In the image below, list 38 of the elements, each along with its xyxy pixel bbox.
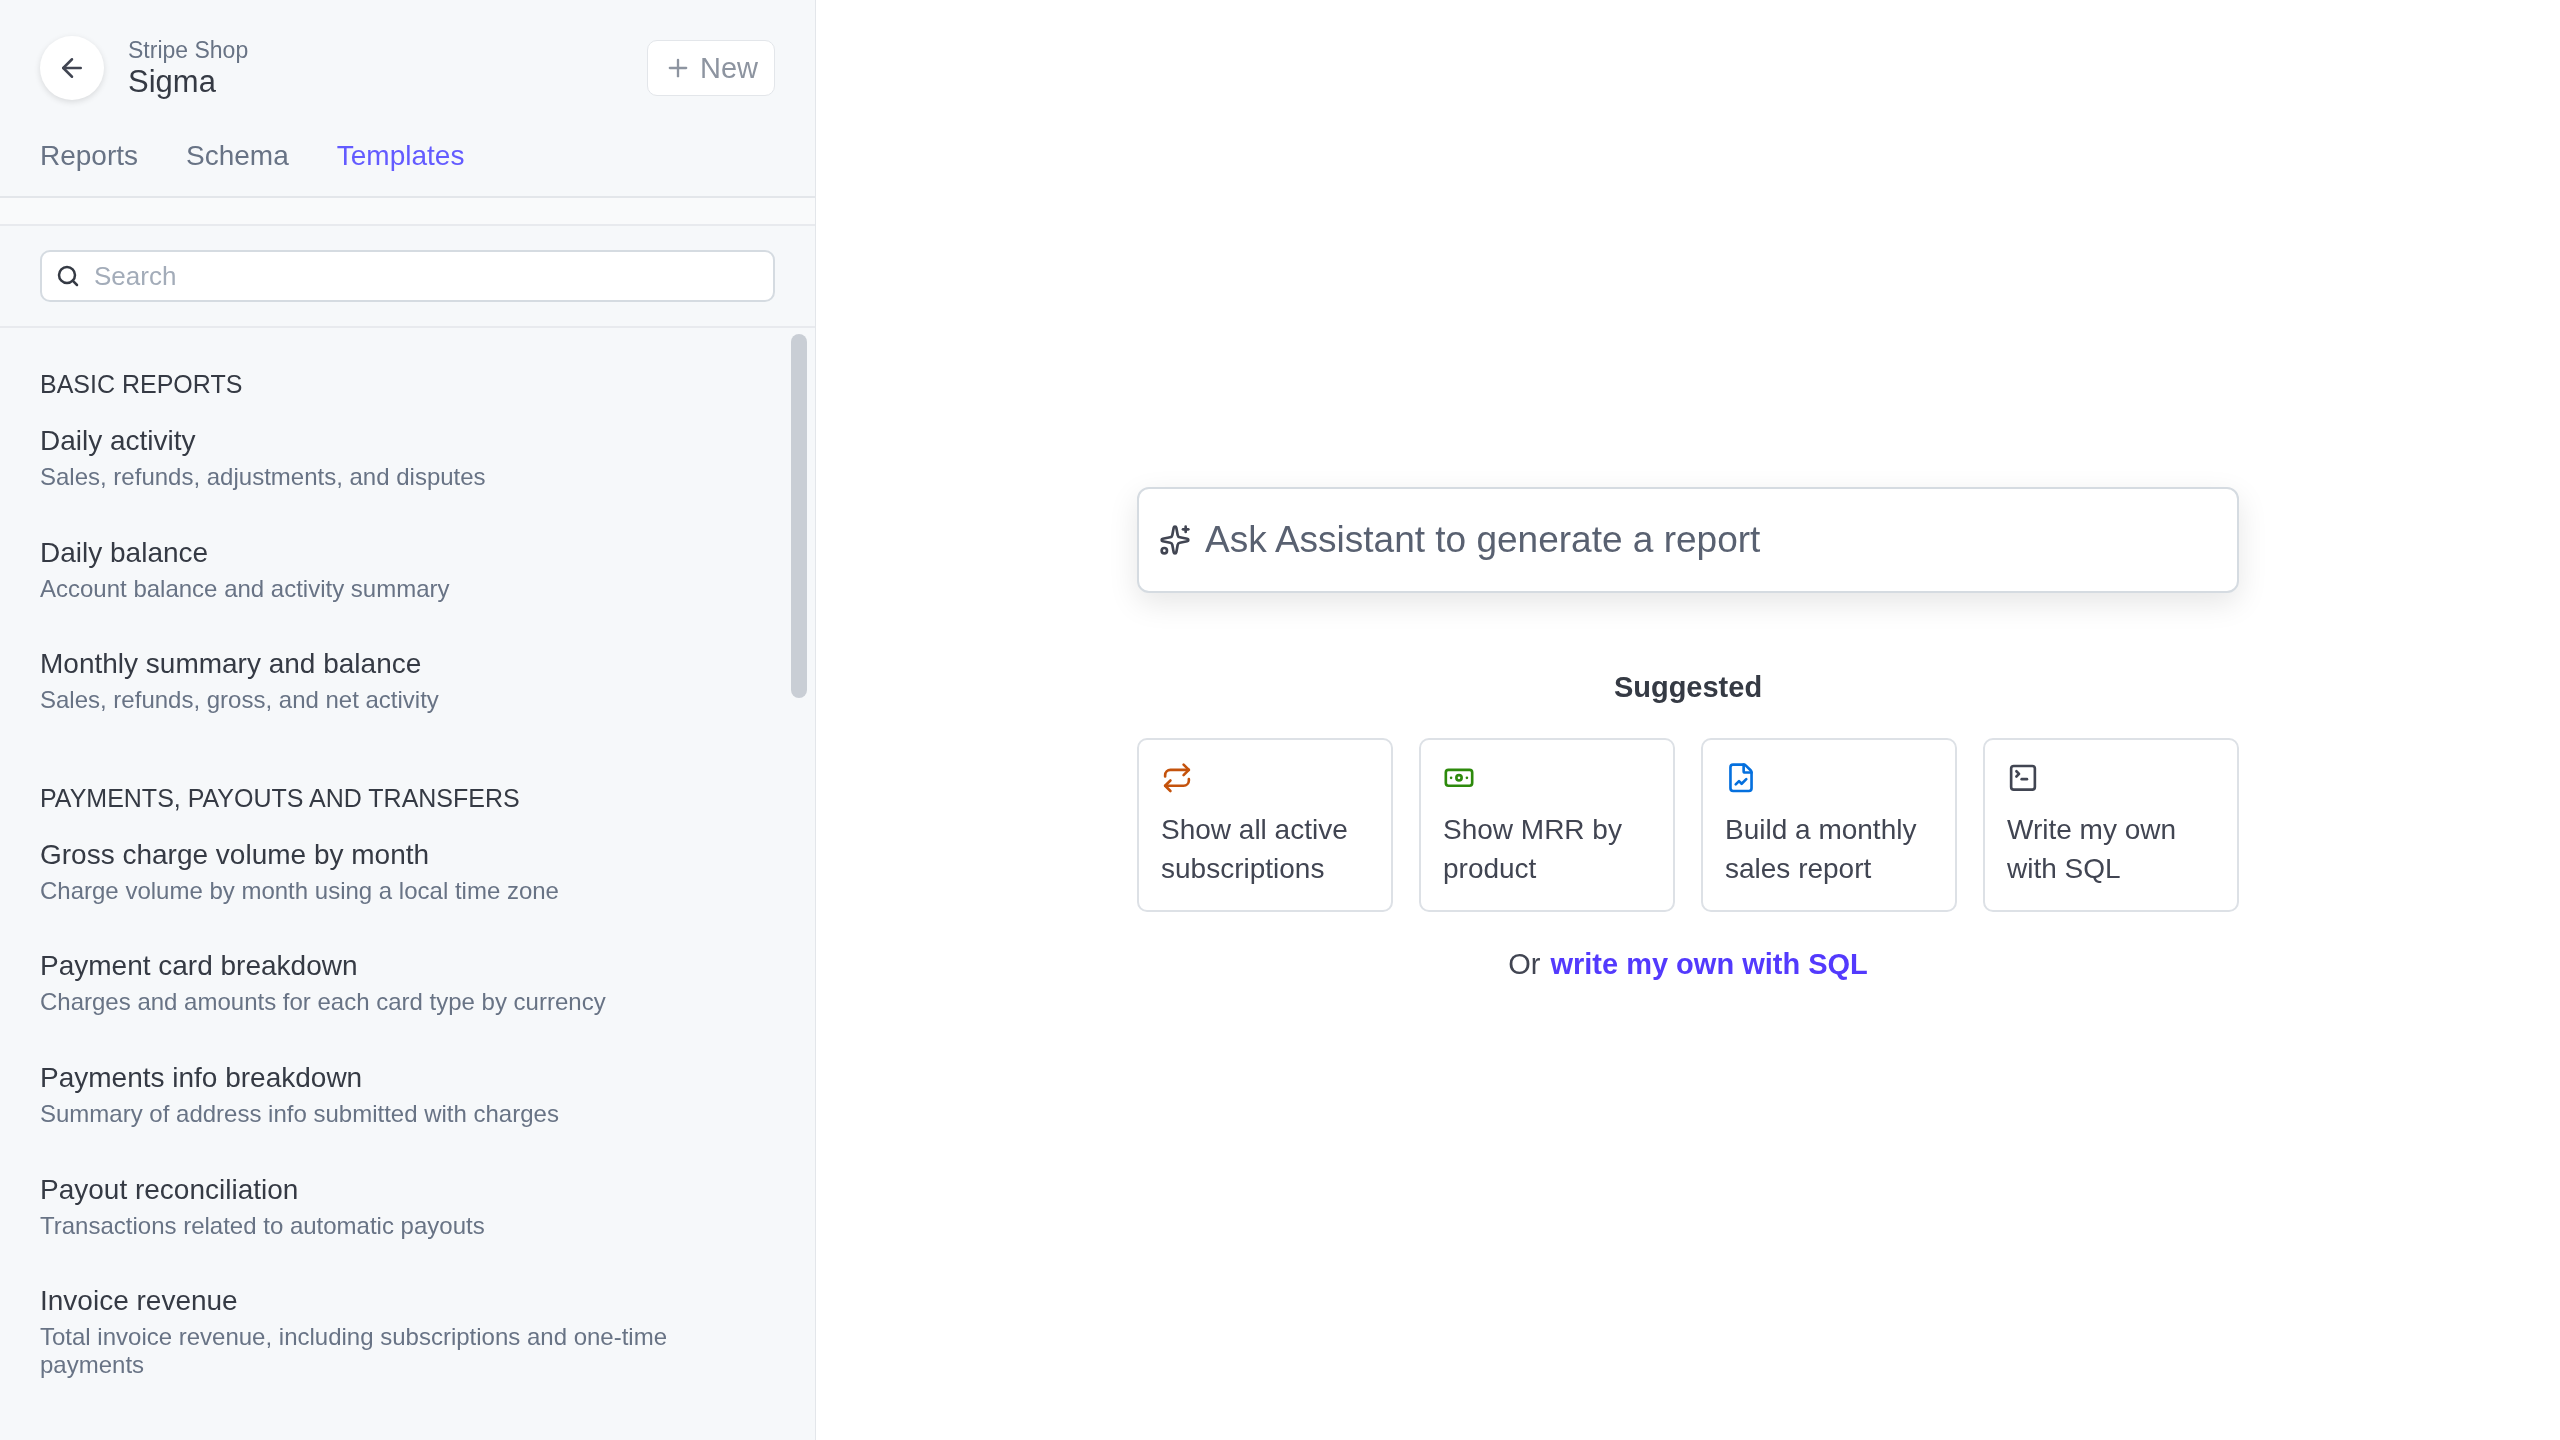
sql-link[interactable]: write my own with SQL [1550, 948, 1868, 981]
suggestion-card[interactable]: Show all active subscriptions [1137, 738, 1393, 912]
template-title[interactable]: Invoice revenue [40, 1285, 751, 1318]
suggestion-card[interactable]: Show MRR by product [1419, 738, 1675, 912]
template-title[interactable]: Monthly summary and balance [40, 648, 751, 681]
assistant-prompt-field[interactable]: Ask Assistant to generate a report [1137, 487, 2239, 593]
template-description: Transactions related to automatic payouts [40, 1211, 486, 1240]
tab[interactable]: Reports [40, 140, 139, 172]
template-title[interactable]: Payments info breakdown [40, 1061, 751, 1094]
template-title[interactable]: Payout reconciliation [40, 1173, 751, 1206]
template-description: Account balance and activity summary [40, 574, 451, 603]
search-field[interactable]: Search [40, 250, 775, 302]
app-title: Sigma [128, 63, 217, 100]
template-title[interactable]: Payment card breakdown [40, 950, 751, 983]
template-title[interactable]: Daily activity [40, 425, 751, 457]
template-description: Summary of address info submitted with charges [40, 1099, 560, 1128]
back-button[interactable] [40, 36, 104, 100]
template-description: Sales, refunds, adjustments, and disputes [40, 463, 487, 491]
search-icon [56, 264, 80, 288]
repeat-arrows-icon [1161, 762, 1193, 794]
account-name: Stripe Shop [128, 36, 250, 64]
sparkle-icon [1159, 524, 1191, 556]
tab[interactable]: Schema [186, 140, 289, 172]
section-heading: BASIC REPORTS [40, 370, 244, 399]
scrollbar-thumb[interactable] [791, 334, 807, 698]
section-heading: PAYMENTS, PAYOUTS AND TRANSFERS [40, 783, 521, 813]
suggestion-card[interactable]: Build a monthly sales report [1701, 738, 1957, 912]
terminal-icon [2007, 762, 2039, 794]
template-description: Charges and amounts for each card type by currency [40, 988, 607, 1016]
template-description: Total invoice revenue, including subscriptions and one-time payments [40, 1323, 669, 1379]
or-text: Or [1508, 948, 1541, 981]
suggestion-card[interactable]: Write my own with SQL [1983, 738, 2239, 912]
suggested-heading: Suggested [1613, 671, 1763, 704]
template-description: Charge volume by month using a local time zone [40, 876, 560, 905]
template-description: Sales, refunds, gross, and net activity [40, 686, 440, 714]
tab[interactable]: Templates [336, 140, 465, 172]
template-title[interactable]: Gross charge volume by month [40, 838, 751, 871]
template-title[interactable]: Daily balance [40, 536, 751, 569]
